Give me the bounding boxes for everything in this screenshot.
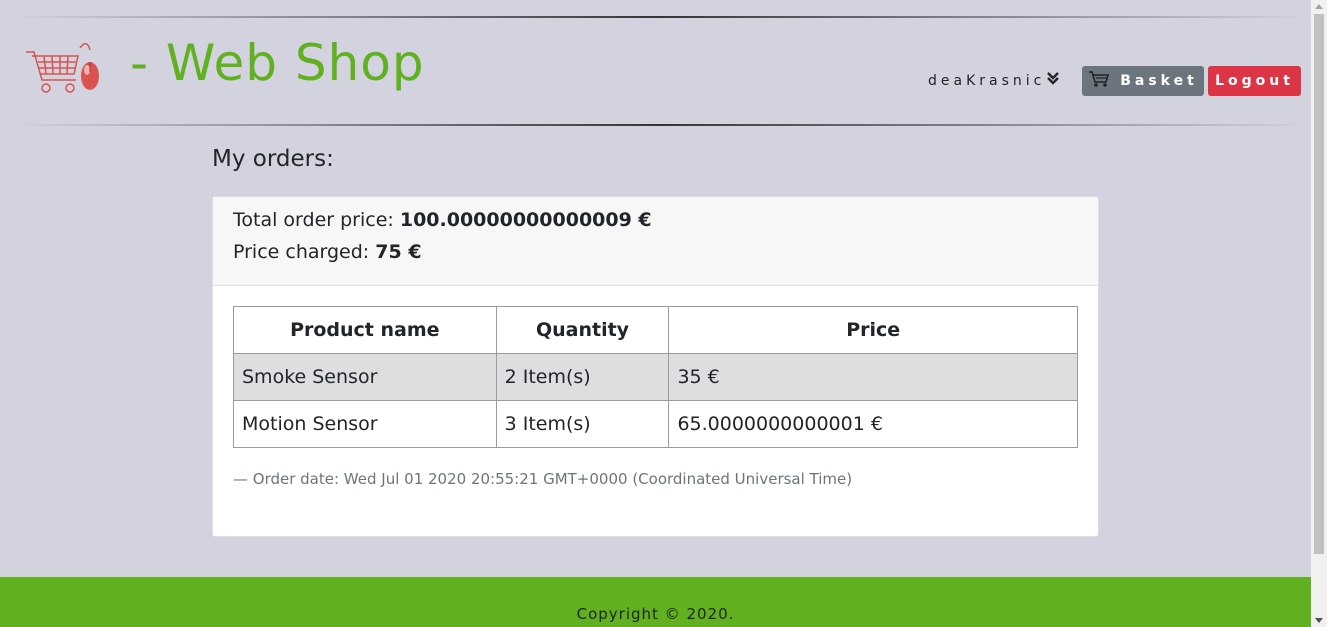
cell-quantity: 2 Item(s) (495, 353, 670, 401)
order-items-table: Product name Quantity Price Smoke Sensor… (233, 306, 1078, 448)
order-card: Total order price: 100.00000000000009 € … (212, 196, 1099, 537)
site-brand-title[interactable]: - Web Shop (130, 34, 425, 92)
column-header-product-name: Product name (233, 306, 497, 354)
column-header-price: Price (668, 306, 1078, 354)
logout-button[interactable]: Logout (1208, 66, 1301, 96)
cell-product-name: Smoke Sensor (233, 353, 497, 401)
logout-label: Logout (1215, 73, 1294, 89)
basket-button[interactable]: Basket (1082, 66, 1204, 96)
page: - Web Shop deaKrasnic Basket Logout My o… (0, 0, 1311, 627)
shop-logo[interactable] (24, 40, 104, 102)
order-date: — Order date: Wed Jul 01 2020 20:55:21 G… (233, 470, 853, 488)
price-charged: Price charged: 75 € (233, 241, 422, 263)
table-row: Motion Sensor 3 Item(s) 65.0000000000001… (233, 400, 1078, 448)
cell-quantity: 3 Item(s) (495, 400, 670, 448)
username-label: deaKrasnic (928, 72, 1046, 89)
basket-label: Basket (1120, 73, 1198, 89)
cell-price: 35 € (668, 353, 1078, 401)
copyright-text: Copyright © 2020. (576, 605, 735, 623)
total-order-price: Total order price: 100.00000000000009 € (233, 209, 652, 231)
total-price-value: 100.00000000000009 € (399, 209, 652, 231)
price-charged-value: 75 € (375, 241, 422, 263)
table-header-row: Product name Quantity Price (233, 306, 1078, 354)
scroll-up-arrow-icon[interactable] (1315, 4, 1323, 9)
footer: Copyright © 2020. (0, 577, 1311, 627)
column-header-quantity: Quantity (495, 306, 670, 354)
vertical-scrollbar[interactable] (1311, 0, 1327, 627)
header-divider-bottom (10, 124, 1310, 126)
scroll-down-arrow-icon[interactable] (1315, 618, 1323, 623)
cell-price: 65.0000000000001 € (668, 400, 1078, 448)
header-divider-top (10, 16, 1310, 18)
cell-product-name: Motion Sensor (233, 400, 497, 448)
price-charged-label: Price charged: (233, 241, 370, 263)
order-card-header: Total order price: 100.00000000000009 € … (213, 197, 1098, 286)
page-title: My orders: (212, 146, 334, 172)
double-chevron-down-icon (1047, 72, 1060, 89)
user-dropdown[interactable]: deaKrasnic (928, 72, 1060, 89)
cart-icon (1088, 70, 1120, 92)
total-price-label: Total order price: (233, 209, 394, 231)
scrollbar-thumb[interactable] (1314, 14, 1324, 554)
table-row: Smoke Sensor 2 Item(s) 35 € (233, 353, 1078, 401)
